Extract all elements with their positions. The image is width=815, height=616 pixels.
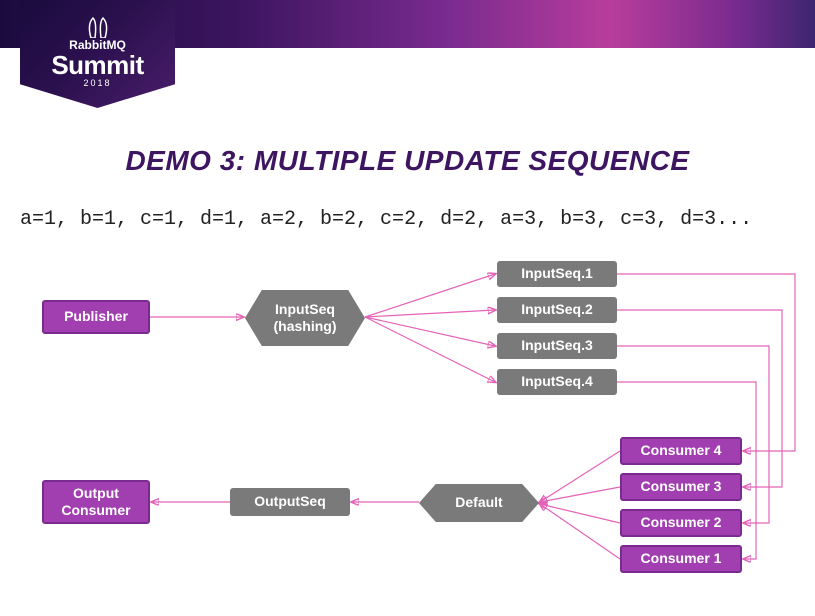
- node-inputseq-2: InputSeq.2: [497, 297, 617, 323]
- logo-badge: RabbitMQ Summit 2018: [20, 0, 175, 108]
- node-outputseq: OutputSeq: [230, 488, 350, 516]
- node-consumer-2: Consumer 2: [620, 509, 742, 537]
- logo-year-text: 2018: [20, 78, 175, 88]
- node-publisher: Publisher: [42, 300, 150, 334]
- node-consumer-4: Consumer 4: [620, 437, 742, 465]
- slide-title: DEMO 3: MULTIPLE UPDATE SEQUENCE: [0, 145, 815, 177]
- node-inputseq-4: InputSeq.4: [497, 369, 617, 395]
- node-inputseq-hashing: InputSeq (hashing): [245, 290, 365, 346]
- sequence-text: a=1, b=1, c=1, d=1, a=2, b=2, c=2, d=2, …: [20, 208, 795, 231]
- logo-summit-text: Summit: [20, 50, 175, 81]
- node-consumer-1: Consumer 1: [620, 545, 742, 573]
- rabbit-ears-icon: [83, 16, 113, 38]
- node-default: Default: [419, 484, 539, 522]
- node-inputseq-3: InputSeq.3: [497, 333, 617, 359]
- node-inputseq-1: InputSeq.1: [497, 261, 617, 287]
- node-output-consumer: Output Consumer: [42, 480, 150, 524]
- node-consumer-3: Consumer 3: [620, 473, 742, 501]
